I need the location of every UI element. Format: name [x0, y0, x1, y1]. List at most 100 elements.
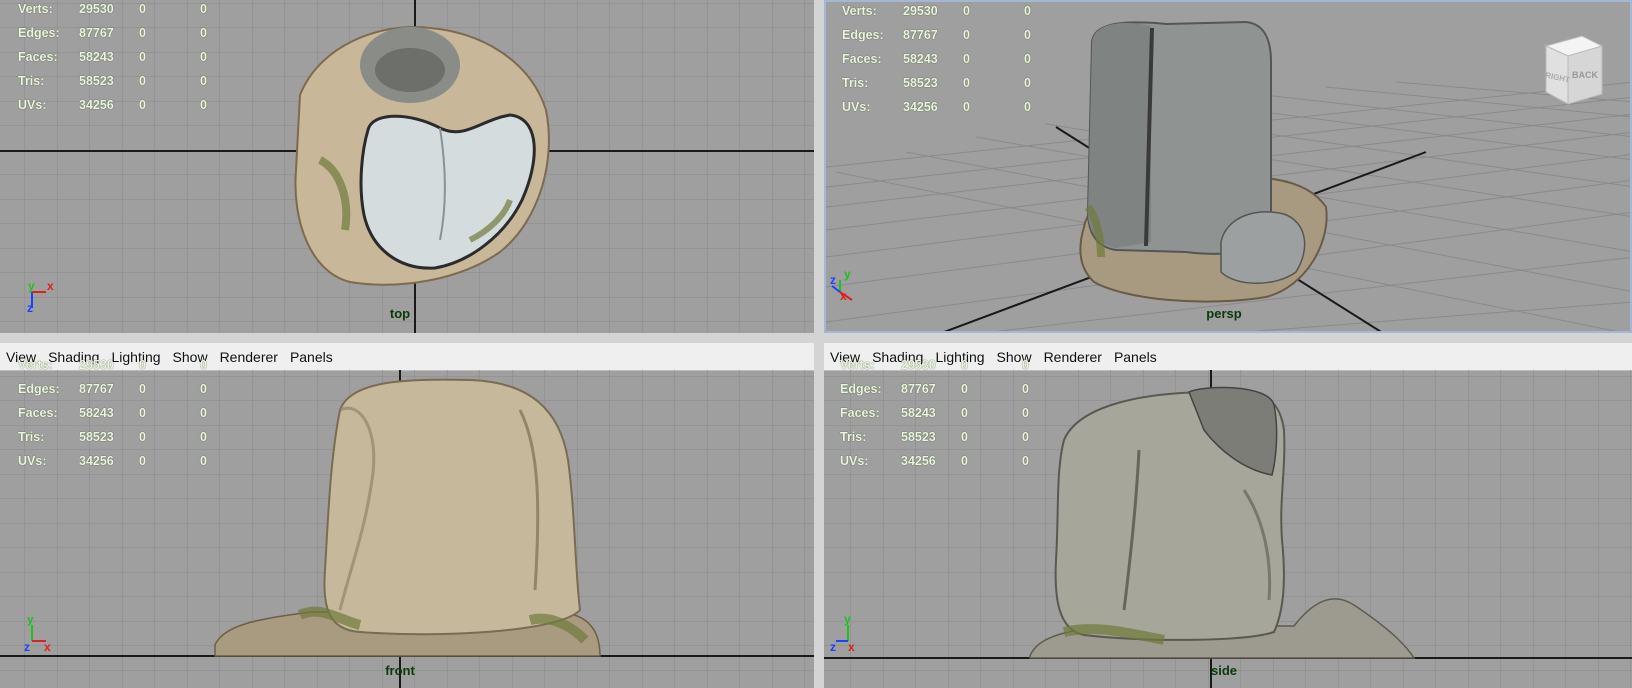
hud-value-selected: 0 — [961, 382, 968, 396]
hud-row: Faces: 58243 0 0 — [18, 406, 218, 430]
hud-value-extra: 0 — [1024, 28, 1031, 42]
hud-label: Edges: — [842, 28, 884, 42]
hud-value-selected: 0 — [961, 430, 968, 444]
hud-label: UVs: — [842, 100, 871, 114]
hud-value-total: 29530 — [901, 358, 936, 372]
menu-panels[interactable]: Panels — [1114, 349, 1157, 365]
hud-stats-persp: Verts: 29530 0 0 Edges: 87767 0 0 Faces: 58243 0 0 T… — [842, 4, 1042, 124]
hud-value-total: 87767 — [79, 382, 114, 396]
hud-label: Edges: — [840, 382, 882, 396]
hud-value-selected: 0 — [139, 26, 146, 40]
hud-row: UVs: 34256 0 0 — [842, 100, 1042, 124]
svg-text:y: y — [27, 617, 34, 626]
hud-value-extra: 0 — [200, 2, 207, 16]
hud-value-total: 58523 — [903, 76, 938, 90]
hud-value-extra: 0 — [200, 406, 207, 420]
hud-label: Faces: — [840, 406, 880, 420]
hud-value-selected: 0 — [963, 76, 970, 90]
hud-value-total: 87767 — [79, 26, 114, 40]
hud-row: Faces: 58243 0 0 — [840, 406, 1040, 430]
hud-value-extra: 0 — [1022, 382, 1029, 396]
hud-label: Verts: — [840, 358, 875, 372]
axis-gizmo-persp: y z x — [826, 266, 866, 311]
menu-renderer[interactable]: Renderer — [1044, 349, 1102, 365]
panel-divider-vertical[interactable] — [814, 0, 824, 688]
svg-text:z: z — [830, 273, 836, 287]
hud-value-extra: 0 — [200, 454, 207, 468]
hud-value-extra: 0 — [1024, 100, 1031, 114]
hud-value-extra: 0 — [1022, 358, 1029, 372]
hud-value-selected: 0 — [139, 2, 146, 16]
hud-value-total: 58523 — [79, 430, 114, 444]
hud-value-total: 58243 — [903, 52, 938, 66]
hud-value-extra: 0 — [1024, 52, 1031, 66]
viewport-persp[interactable]: Verts: 29530 0 0 Edges: 87767 0 0 Faces: 58243 0 0 T… — [824, 0, 1632, 333]
hud-value-extra: 0 — [1024, 76, 1031, 90]
hud-value-total: 29530 — [79, 2, 114, 16]
hud-value-total: 34256 — [903, 100, 938, 114]
hud-value-extra: 0 — [200, 74, 207, 88]
hud-label: Faces: — [18, 50, 58, 64]
hud-value-extra: 0 — [200, 98, 207, 112]
hud-value-selected: 0 — [139, 358, 146, 372]
hud-row: Edges: 87767 0 0 — [18, 382, 218, 406]
hud-value-selected: 0 — [139, 50, 146, 64]
hud-row: Verts: 29530 0 0 — [842, 4, 1042, 28]
hud-value-selected: 0 — [963, 52, 970, 66]
hud-value-selected: 0 — [963, 4, 970, 18]
viewport-front[interactable]: View Shading Lighting Show Renderer Pane… — [0, 343, 814, 688]
hud-stats-top: Verts: 29530 0 0 Edges: 87767 0 0 Faces: 58243 0 0 T… — [18, 2, 218, 122]
axis-gizmo-front: y z x — [20, 612, 60, 662]
hud-label: Faces: — [18, 406, 58, 420]
panel-divider-horizontal[interactable] — [0, 333, 1632, 343]
hud-value-selected: 0 — [963, 100, 970, 114]
hud-row: Faces: 58243 0 0 — [842, 52, 1042, 76]
viewport-side[interactable]: View Shading Lighting Show Renderer Pane… — [824, 343, 1632, 688]
hud-row: UVs: 34256 0 0 — [840, 454, 1040, 478]
viewport-top[interactable]: Verts: 29530 0 0 Edges: 87767 0 0 Faces: 58243 0 0 T… — [0, 0, 814, 333]
hud-value-total: 58243 — [79, 406, 114, 420]
hud-value-total: 34256 — [79, 454, 114, 468]
hud-value-total: 58243 — [901, 406, 936, 420]
camera-label-persp: persp — [1206, 306, 1242, 321]
hud-label: Verts: — [18, 2, 53, 16]
hud-row: Edges: 87767 0 0 — [18, 26, 218, 50]
hud-value-selected: 0 — [139, 430, 146, 444]
svg-text:x: x — [840, 289, 847, 303]
hud-row: Edges: 87767 0 0 — [842, 28, 1042, 52]
svg-text:z: z — [24, 640, 30, 654]
hud-value-total: 58243 — [79, 50, 114, 64]
hud-label: Verts: — [18, 358, 53, 372]
axis-gizmo-top: y x z — [22, 278, 62, 323]
svg-text:z: z — [27, 301, 33, 315]
menu-panels[interactable]: Panels — [290, 349, 333, 365]
hud-value-selected: 0 — [139, 454, 146, 468]
hud-value-selected: 0 — [139, 382, 146, 396]
camera-label-front: front — [385, 663, 415, 678]
menu-renderer[interactable]: Renderer — [220, 349, 278, 365]
axis-gizmo-side: y z x — [826, 612, 866, 660]
hud-label: Edges: — [18, 26, 60, 40]
hud-row: Edges: 87767 0 0 — [840, 382, 1040, 406]
camera-label-side: side — [1210, 663, 1238, 678]
hud-label: UVs: — [18, 98, 47, 112]
svg-text:BACK: BACK — [1572, 70, 1598, 80]
hud-value-selected: 0 — [139, 74, 146, 88]
rock-mesh-persp[interactable] — [1079, 20, 1328, 303]
hud-row: Tris: 58523 0 0 — [842, 76, 1042, 100]
hud-value-total: 87767 — [901, 382, 936, 396]
hud-stats-front: Verts: 29530 0 0 Edges: 87767 0 0 Faces: 58243 0 0 T… — [18, 358, 218, 478]
hud-value-extra: 0 — [1022, 454, 1029, 468]
hud-value-total: 29530 — [903, 4, 938, 18]
hud-value-selected: 0 — [961, 406, 968, 420]
hud-label: Tris: — [842, 76, 869, 90]
hud-value-total: 34256 — [79, 98, 114, 112]
hud-label: UVs: — [18, 454, 47, 468]
hud-row: UVs: 34256 0 0 — [18, 454, 218, 478]
hud-value-total: 58523 — [901, 430, 936, 444]
hud-value-extra: 0 — [200, 382, 207, 396]
viewcube[interactable]: RIGHT BACK — [1530, 32, 1610, 117]
hud-value-selected: 0 — [961, 358, 968, 372]
hud-row: Tris: 58523 0 0 — [840, 430, 1040, 454]
hud-label: Edges: — [18, 382, 60, 396]
